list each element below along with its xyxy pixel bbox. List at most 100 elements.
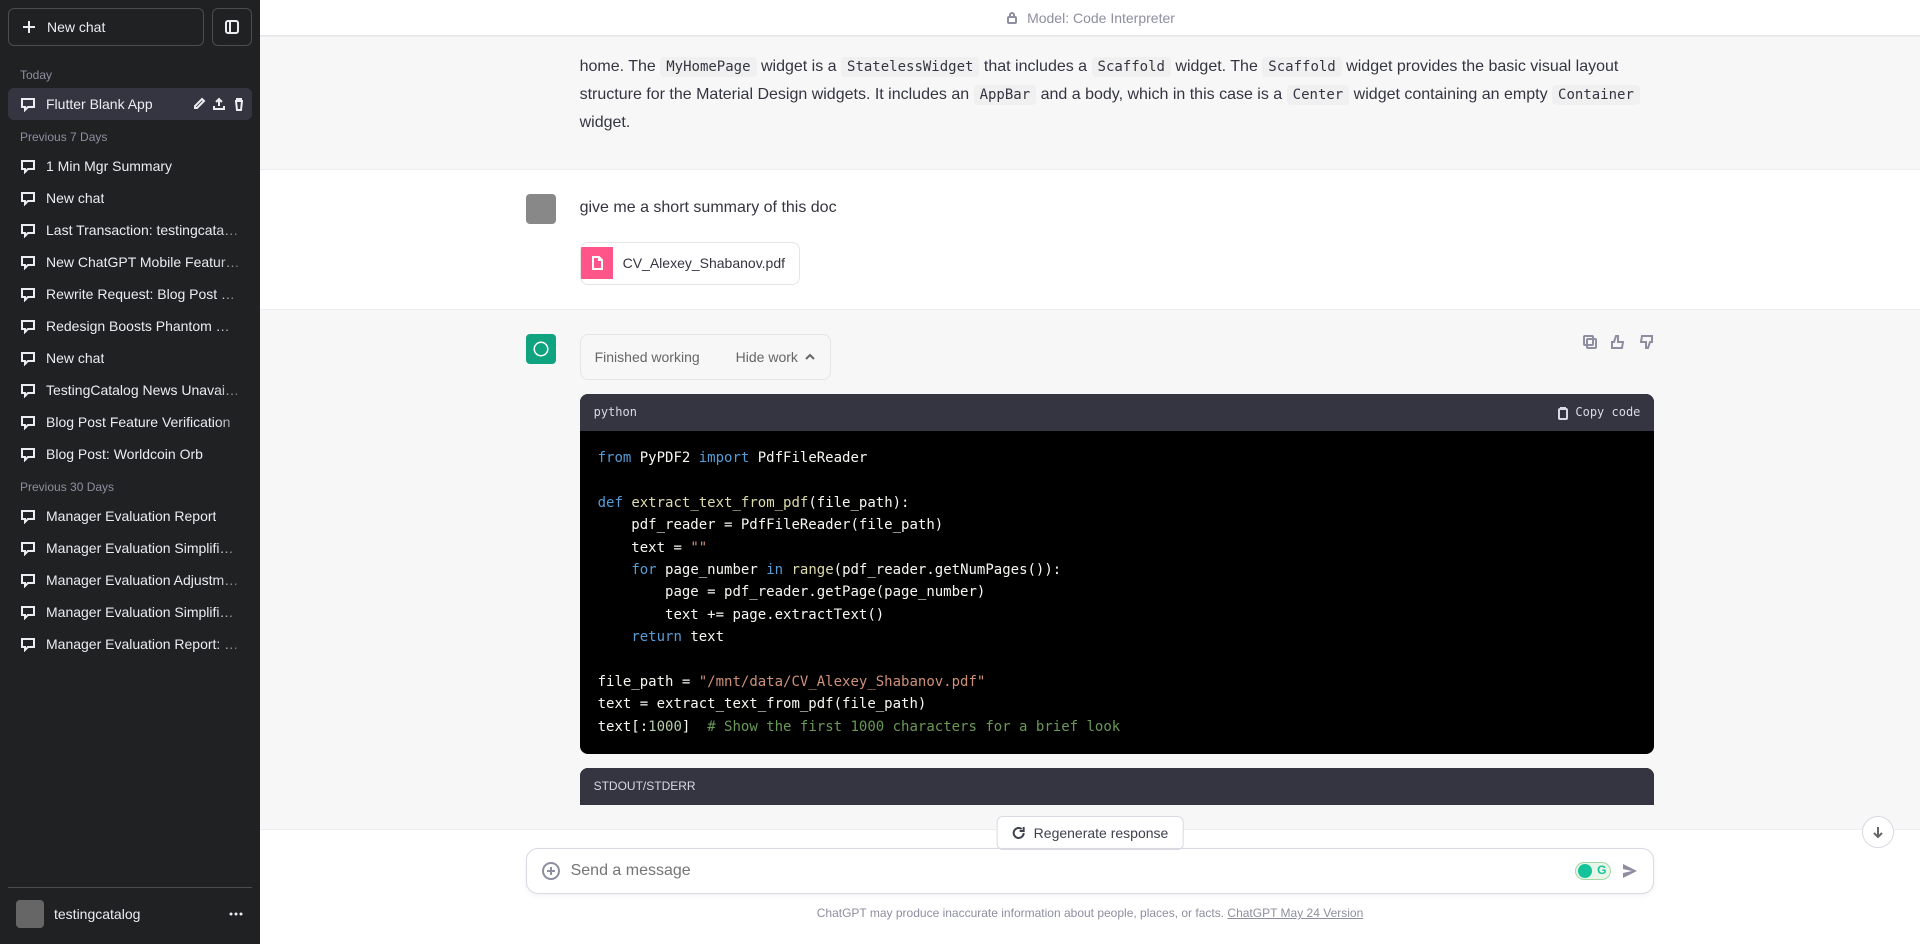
plus-icon [21,19,37,35]
chat-icon [20,382,36,398]
chat-icon [20,222,36,238]
message-input[interactable] [571,862,1566,880]
sidebar-item-label: Blog Post Feature Verification [46,414,230,430]
chat-icon [20,540,36,556]
chat-icon [20,508,36,524]
chat-icon [20,350,36,366]
scroll-to-bottom-button[interactable] [1862,816,1894,848]
copy-icon[interactable] [1582,334,1598,350]
sidebar-item-label: Redesign Boosts Phantom Wallet [46,318,240,334]
sidebar-item-label: Manager Evaluation Adjustment [46,572,240,588]
code-Center: Center [1287,85,1350,105]
model-label: Model: Code Interpreter [1027,10,1175,26]
sidebar-group-title: Previous 30 Days [8,470,252,500]
username-label: testingcatalog [54,906,218,922]
chat-icon [20,254,36,270]
chat-icon [20,636,36,652]
sidebar-item[interactable]: Flutter Blank App [8,88,252,120]
chat-icon [20,604,36,620]
sidebar-conversation-list: TodayFlutter Blank AppPrevious 7 Days1 M… [8,58,252,879]
user-avatar [16,900,44,928]
message-input-row [526,848,1655,894]
sidebar-item-label: Blog Post: Worldcoin Orb [46,446,203,462]
sidebar-item[interactable]: Manager Evaluation Simplification [8,596,252,628]
conversation-scroll[interactable]: home. The MyHomePage widget is a Statele… [260,36,1920,830]
assistant-message: home. The MyHomePage widget is a Statele… [260,36,1920,170]
edit-icon[interactable] [192,97,206,111]
chevron-up-icon [804,351,816,363]
code-AppBar: AppBar [974,85,1037,105]
sidebar-item[interactable]: Manager Evaluation Simplification [8,532,252,564]
sidebar-item-label: Flutter Blank App [46,96,153,112]
lock-icon [1005,11,1019,25]
chat-icon [20,318,36,334]
chat-icon [20,190,36,206]
sidebar-item[interactable]: 1 Min Mgr Summary [8,150,252,182]
thumbs-down-icon[interactable] [1638,334,1654,350]
share-icon[interactable] [212,97,226,111]
sidebar-item[interactable]: Last Transaction: testingcatalog [8,214,252,246]
regenerate-button[interactable]: Regenerate response [997,816,1184,850]
sidebar-item-label: Manager Evaluation Simplification [46,540,240,556]
model-bar: Model: Code Interpreter [260,0,1920,36]
copy-code-button[interactable]: Copy code [1555,402,1640,423]
sidebar-item-label: Manager Evaluation Simplification [46,604,240,620]
chat-icon [20,286,36,302]
sidebar-account-row[interactable]: testingcatalog [8,887,252,936]
sidebar-item[interactable]: New chat [8,342,252,374]
chat-icon [20,446,36,462]
sidebar-item[interactable]: TestingCatalog News Unavailable [8,374,252,406]
sidebar-item-label: TestingCatalog News Unavailable [46,382,240,398]
assistant-text: home. The MyHomePage widget is a Statele… [580,53,1655,145]
assistant-code-message: Finished working Hide work [260,309,1920,831]
sidebar-item[interactable]: New chat [8,182,252,214]
sidebar-item[interactable]: Blog Post: Worldcoin Orb [8,438,252,470]
sidebar-item[interactable]: Rewrite Request: Blog Post Title [8,278,252,310]
grammarly-badge[interactable] [1575,862,1611,880]
sidebar-item-label: Manager Evaluation Report: Re [46,636,240,652]
sidebar-item-label: Manager Evaluation Report [46,508,216,524]
sidebar-item[interactable]: Redesign Boosts Phantom Wallet [8,310,252,342]
sidebar-group-title: Today [8,58,252,88]
sidebar-item[interactable]: Manager Evaluation Adjustment [8,564,252,596]
attachment-filename: CV_Alexey_Shabanov.pdf [623,243,799,284]
sidebar-item[interactable]: Blog Post Feature Verification [8,406,252,438]
stdout-stderr-label: STDOUT/STDERR [580,768,1655,805]
sidebar-item-label: New ChatGPT Mobile Features [46,254,240,270]
user-message: give me a short summary of this doc CV_A… [260,170,1920,309]
disclaimer-text: ChatGPT may produce inaccurate informati… [526,906,1655,920]
sidebar-item[interactable]: Manager Evaluation Report [8,500,252,532]
assistant-avatar [526,334,556,364]
attach-icon[interactable] [541,861,561,881]
sidebar: New chat Today Flutter Blank App Previous … [0,0,260,944]
sidebar-item-label: New chat [46,350,104,366]
working-status-pill[interactable]: Finished working Hide work [580,334,831,381]
send-button[interactable] [1621,862,1639,880]
new-chat-label: New chat [47,19,105,35]
code-Container: Container [1552,85,1640,105]
chat-icon [20,96,36,112]
new-chat-button[interactable]: New chat [8,8,204,46]
code-language-label: python [594,402,637,423]
sidebar-item-label: New chat [46,190,104,206]
chat-icon [20,158,36,174]
sidebar-item[interactable]: Manager Evaluation Report: Re [8,628,252,660]
code-content: from PyPDF2 import PdfFileReader def ext… [580,431,1655,754]
hide-work-toggle[interactable]: Hide work [736,345,816,370]
code-Scaffold: Scaffold [1092,57,1171,77]
code-MyHomePage: MyHomePage [660,57,756,77]
sidebar-toggle-icon [224,19,240,35]
chat-icon [20,572,36,588]
composer-area: Regenerate response ChatGPT may produce … [260,830,1920,944]
file-icon [581,247,613,279]
regenerate-icon [1012,826,1026,840]
sidebar-item-label: Rewrite Request: Blog Post Title [46,286,240,302]
attachment-chip[interactable]: CV_Alexey_Shabanov.pdf [580,242,800,285]
more-icon[interactable] [228,906,244,922]
hide-sidebar-button[interactable] [212,8,252,46]
working-status-label: Finished working [595,345,700,370]
delete-icon[interactable] [232,97,246,111]
thumbs-up-icon[interactable] [1610,334,1626,350]
version-link[interactable]: ChatGPT May 24 Version [1227,906,1363,920]
sidebar-item[interactable]: New ChatGPT Mobile Features [8,246,252,278]
